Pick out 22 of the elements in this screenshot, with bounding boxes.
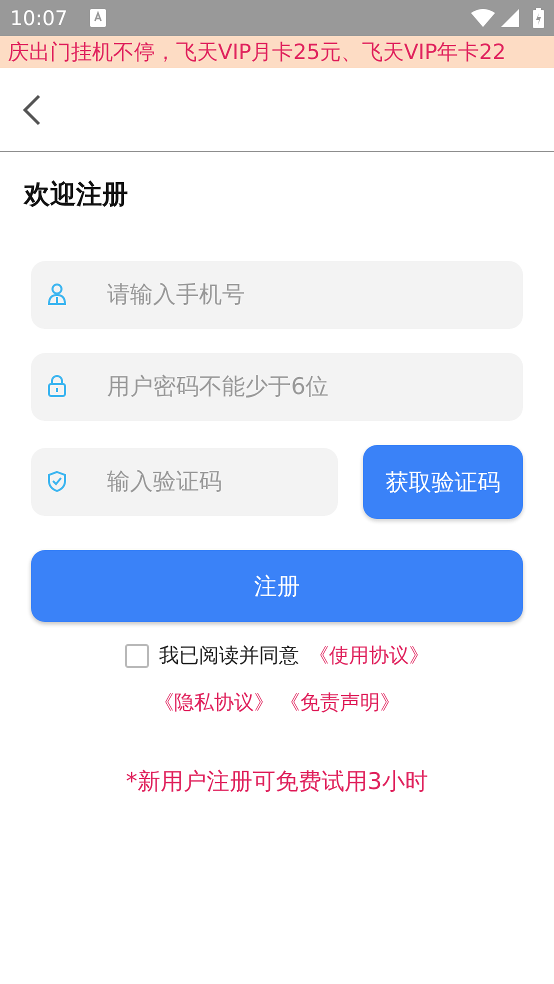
input-field[interactable]: 输入验证码 [31,448,338,516]
wifi-icon [471,9,495,27]
document-link[interactable]: 《免责声明》 [280,689,400,716]
back-icon[interactable] [22,94,42,126]
document-link[interactable]: 《隐私协议》 [154,689,274,716]
signal-icon [501,9,519,27]
shield-icon [47,470,67,493]
trial-note: *新用户注册可免费试用3小时 [126,768,428,797]
agreement-text: 我已阅读并同意 [159,642,299,669]
person-icon [47,283,67,306]
checkbox[interactable] [125,644,149,668]
agreement-link[interactable]: 《使用协议》 [309,642,429,669]
notification-icon [90,9,106,27]
status-time: 10:07 [10,6,68,30]
register-button[interactable]: 注册 [31,550,523,622]
input-field[interactable]: 请输入手机号 [31,261,523,329]
lock-icon [47,375,67,398]
get-code-button[interactable]: 获取验证码 [363,445,523,519]
page-title: 欢迎注册 [24,179,128,212]
input-field[interactable]: 用户密码不能少于6位 [31,353,523,421]
marquee-text: 庆出门挂机不停，飞天VIP月卡25元、飞天VIP年卡22 [7,39,506,66]
battery-icon [533,8,544,28]
